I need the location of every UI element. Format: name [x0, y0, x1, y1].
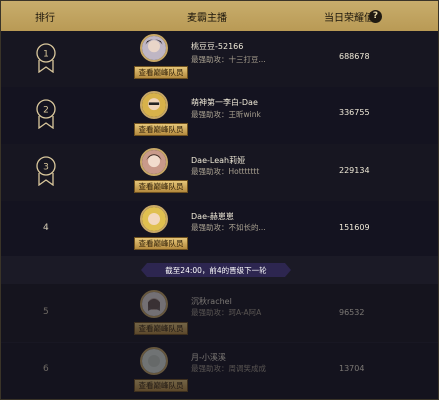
avatar[interactable]: [140, 148, 168, 176]
ranking-panel: 排行 麦霸主播 当日荣耀值 ? 1 查看巅峰队员 桃豆豆-52166 最强助攻：…: [0, 0, 439, 400]
anchor-name[interactable]: Dae-Leah莉娅: [191, 155, 245, 166]
avatar[interactable]: [140, 34, 168, 62]
best-assist: 最强助攻：珂A-A阿A: [191, 308, 262, 317]
view-team-button[interactable]: 查看巅峰队员: [134, 66, 188, 79]
rank-number: 4: [43, 223, 49, 233]
best-assist: 最强助攻：Hottttttt: [191, 167, 260, 176]
table-row: 1 查看巅峰队员 桃豆豆-52166 最强助攻：十三打豆... 688678: [1, 31, 438, 90]
notice-text: 截至24:00，前4的晋级下一轮: [165, 266, 267, 275]
view-team-button[interactable]: 查看巅峰队员: [134, 322, 188, 335]
avatar[interactable]: [140, 347, 168, 375]
anchor-name[interactable]: 沉秋rachel: [191, 296, 232, 307]
glory-value: 336755: [339, 108, 370, 117]
view-team-button[interactable]: 查看巅峰队员: [134, 237, 188, 250]
avatar[interactable]: [140, 91, 168, 119]
avatar[interactable]: [140, 205, 168, 233]
table-row: 3 查看巅峰队员 Dae-Leah莉娅 最强助攻：Hottttttt 22913…: [1, 144, 438, 203]
help-icon[interactable]: ?: [369, 10, 382, 23]
anchor-name[interactable]: 月-小溪溪: [191, 352, 226, 363]
best-assist: 最强助攻：王昕wink: [191, 110, 261, 119]
glory-value: 688678: [339, 52, 370, 61]
anchor-name[interactable]: 萌神第一李白-Dae: [191, 97, 258, 108]
glory-value: 96532: [339, 308, 365, 317]
rank-number: 6: [43, 364, 49, 374]
value-column-header: 当日荣耀值: [324, 13, 374, 24]
table-row: 2 查看巅峰队员 萌神第一李白-Dae 最强助攻：王昕wink 336755: [1, 87, 438, 146]
rank-medal-icon: 2: [36, 99, 56, 129]
table-row: 6 查看巅峰队员 月-小溪溪 最强助攻：周调笑成成 13704: [1, 342, 438, 399]
view-team-button[interactable]: 查看巅峰队员: [134, 123, 188, 136]
rank-medal-icon: 1: [36, 43, 56, 73]
table-row: 4 查看巅峰队员 Dae-赫崽崽 最强助攻：不如长的... 151609: [1, 201, 438, 260]
view-team-button[interactable]: 查看巅峰队员: [134, 180, 188, 193]
rank-medal-icon: 3: [36, 156, 56, 186]
best-assist: 最强助攻：十三打豆...: [191, 55, 266, 64]
table-row: 5 查看巅峰队员 沉秋rachel 最强助攻：珂A-A阿A 96532: [1, 284, 438, 343]
view-team-button[interactable]: 查看巅峰队员: [134, 379, 188, 392]
medal-rank-number: 3: [43, 163, 49, 173]
anchor-column-header: 麦霸主播: [187, 13, 227, 24]
anchor-name[interactable]: Dae-赫崽崽: [191, 211, 234, 222]
glory-value: 13704: [339, 364, 365, 373]
avatar[interactable]: [140, 290, 168, 318]
glory-value: 151609: [339, 223, 370, 232]
promotion-notice: 截至24:00，前4的晋级下一轮: [1, 256, 438, 284]
anchor-name[interactable]: 桃豆豆-52166: [191, 41, 243, 52]
rank-number: 5: [43, 307, 49, 317]
rank-column-header: 排行: [35, 13, 55, 24]
table-header: 排行 麦霸主播 当日荣耀值 ?: [1, 1, 438, 31]
best-assist: 最强助攻：不如长的...: [191, 223, 266, 232]
medal-rank-number: 1: [43, 50, 49, 60]
glory-value: 229134: [339, 166, 370, 175]
medal-rank-number: 2: [43, 106, 49, 116]
best-assist: 最强助攻：周调笑成成: [191, 364, 266, 373]
